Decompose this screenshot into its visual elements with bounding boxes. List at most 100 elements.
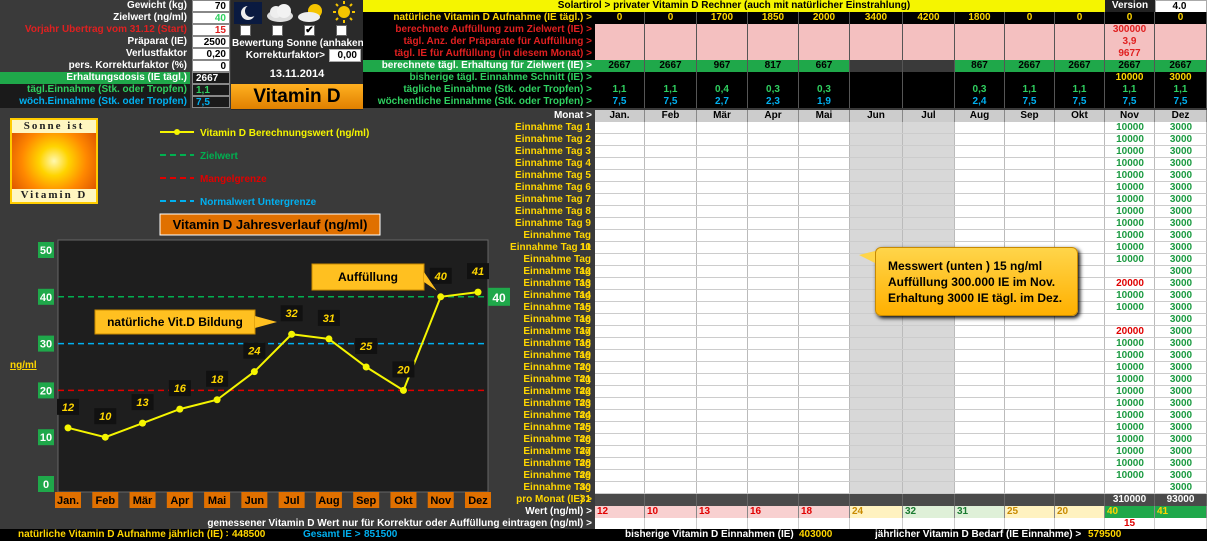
entry-dez-8[interactable]: 3000 xyxy=(1155,206,1207,218)
gemessen-4[interactable] xyxy=(799,518,850,529)
entry-dez-7[interactable]: 3000 xyxy=(1155,194,1207,206)
entry-nov-16[interactable]: 10000 xyxy=(1105,302,1155,314)
entry-dez-13[interactable]: 3000 xyxy=(1155,266,1207,278)
entry-dez-16[interactable]: 3000 xyxy=(1155,302,1207,314)
entry-nov-6[interactable]: 10000 xyxy=(1105,182,1155,194)
gemessen-7[interactable] xyxy=(955,518,1005,529)
cell-ie-10: 9677 xyxy=(1105,48,1155,60)
entry-dez-21[interactable]: 3000 xyxy=(1155,362,1207,374)
input-verlust[interactable]: 0,20 xyxy=(192,48,230,60)
entry-dez-19[interactable]: 3000 xyxy=(1155,338,1207,350)
cell-ie-11 xyxy=(1155,48,1207,60)
entry-nov-2[interactable]: 10000 xyxy=(1105,134,1155,146)
entry-dez-12[interactable]: 3000 xyxy=(1155,254,1207,266)
entry-nov-14[interactable]: 20000 xyxy=(1105,278,1155,290)
gemessen-10[interactable]: 15 xyxy=(1105,518,1155,529)
entry-nov-26[interactable]: 10000 xyxy=(1105,422,1155,434)
cell-auff-0 xyxy=(595,24,645,36)
entry-nov-25[interactable]: 10000 xyxy=(1105,410,1155,422)
entry-nov-30[interactable]: 10000 xyxy=(1105,470,1155,482)
gemessen-11[interactable] xyxy=(1155,518,1207,529)
entry-nov-4[interactable]: 10000 xyxy=(1105,158,1155,170)
cloud-icon[interactable] xyxy=(265,2,295,24)
entry-dez-17[interactable]: 3000 xyxy=(1155,314,1207,326)
entry-nov-9[interactable]: 10000 xyxy=(1105,218,1155,230)
entry-dez-2[interactable]: 3000 xyxy=(1155,134,1207,146)
gemessen-2[interactable] xyxy=(697,518,748,529)
sun-check-1[interactable] xyxy=(240,25,251,36)
moon-icon[interactable] xyxy=(234,2,262,24)
entry-dez-23[interactable]: 3000 xyxy=(1155,386,1207,398)
entry-dez-27[interactable]: 3000 xyxy=(1155,434,1207,446)
input-vorjahr[interactable]: 15 xyxy=(192,24,230,36)
gemessen-5[interactable] xyxy=(850,518,903,529)
input-korrektur[interactable]: 0 xyxy=(192,60,230,72)
entry-dez-20[interactable]: 3000 xyxy=(1155,350,1207,362)
cell-woech-4: 1,9 xyxy=(799,96,850,108)
entry-dez-30[interactable]: 3000 xyxy=(1155,470,1207,482)
entry-dez-11[interactable]: 3000 xyxy=(1155,242,1207,254)
entry-nov-27[interactable]: 10000 xyxy=(1105,434,1155,446)
entry-nov-29[interactable]: 10000 xyxy=(1105,458,1155,470)
entry-nov-13[interactable] xyxy=(1105,266,1155,278)
entry-dez-1[interactable]: 3000 xyxy=(1155,122,1207,134)
entry-dez-24[interactable]: 3000 xyxy=(1155,398,1207,410)
cell-woech-0: 7,5 xyxy=(595,96,645,108)
entry-nov-10[interactable]: 10000 xyxy=(1105,230,1155,242)
korrektur-input[interactable]: 0,00 xyxy=(329,49,361,62)
gemessen-0[interactable] xyxy=(595,518,645,529)
entry-nov-18[interactable]: 20000 xyxy=(1105,326,1155,338)
entry-dez-25[interactable]: 3000 xyxy=(1155,410,1207,422)
input-gewicht[interactable]: 70 xyxy=(192,0,230,12)
sun-icon[interactable] xyxy=(330,0,358,24)
entry-dez-15[interactable]: 3000 xyxy=(1155,290,1207,302)
entry-nov-15[interactable]: 10000 xyxy=(1105,290,1155,302)
gemessen-3[interactable] xyxy=(748,518,799,529)
input-praeparat[interactable]: 2500 xyxy=(192,36,230,48)
entry-nov-28[interactable]: 10000 xyxy=(1105,446,1155,458)
entry-dez-4[interactable]: 3000 xyxy=(1155,158,1207,170)
entry-dez-10[interactable]: 3000 xyxy=(1155,230,1207,242)
wert-4: 18 xyxy=(799,506,850,518)
entry-dez-14[interactable]: 3000 xyxy=(1155,278,1207,290)
entry-dez-6[interactable]: 3000 xyxy=(1155,182,1207,194)
gemessen-9[interactable] xyxy=(1055,518,1105,529)
entry-nov-7[interactable]: 10000 xyxy=(1105,194,1155,206)
sun-check-2[interactable] xyxy=(272,25,283,36)
entry-nov-31[interactable] xyxy=(1105,482,1155,494)
sun-check-4[interactable] xyxy=(336,25,347,36)
input-taegl: 1,1 xyxy=(192,84,230,96)
gemessen-6[interactable] xyxy=(903,518,955,529)
entry-nov-24[interactable]: 10000 xyxy=(1105,398,1155,410)
cell-erh-7: 867 xyxy=(955,60,1005,72)
gemessen-8[interactable] xyxy=(1005,518,1055,529)
entry-dez-18[interactable]: 3000 xyxy=(1155,326,1207,338)
x-tick-1: Feb xyxy=(95,495,115,507)
entry-dez-29[interactable]: 3000 xyxy=(1155,458,1207,470)
entry-nov-1[interactable]: 10000 xyxy=(1105,122,1155,134)
entry-nov-22[interactable]: 10000 xyxy=(1105,374,1155,386)
entry-dez-9[interactable]: 3000 xyxy=(1155,218,1207,230)
data-point-2 xyxy=(139,419,147,427)
entry-nov-23[interactable]: 10000 xyxy=(1105,386,1155,398)
entry-nov-19[interactable]: 10000 xyxy=(1105,338,1155,350)
entry-dez-22[interactable]: 3000 xyxy=(1155,374,1207,386)
entry-nov-12[interactable]: 10000 xyxy=(1105,254,1155,266)
entry-dez-26[interactable]: 3000 xyxy=(1155,422,1207,434)
gemessen-1[interactable] xyxy=(645,518,697,529)
entry-dez-28[interactable]: 3000 xyxy=(1155,446,1207,458)
input-zielwert[interactable]: 40 xyxy=(192,12,230,24)
entry-nov-20[interactable]: 10000 xyxy=(1105,350,1155,362)
entry-nov-3[interactable]: 10000 xyxy=(1105,146,1155,158)
sun-cloud-icon[interactable] xyxy=(297,2,327,24)
entry-nov-8[interactable]: 10000 xyxy=(1105,206,1155,218)
entry-nov-21[interactable]: 10000 xyxy=(1105,362,1155,374)
data-label-11: 41 xyxy=(471,266,484,278)
entry-dez-3[interactable]: 3000 xyxy=(1155,146,1207,158)
entry-dez-5[interactable]: 3000 xyxy=(1155,170,1207,182)
entry-dez-31[interactable]: 3000 xyxy=(1155,482,1207,494)
entry-nov-5[interactable]: 10000 xyxy=(1105,170,1155,182)
sun-check-3[interactable]: ✔ xyxy=(304,25,315,36)
entry-nov-11[interactable]: 10000 xyxy=(1105,242,1155,254)
entry-nov-17[interactable] xyxy=(1105,314,1155,326)
